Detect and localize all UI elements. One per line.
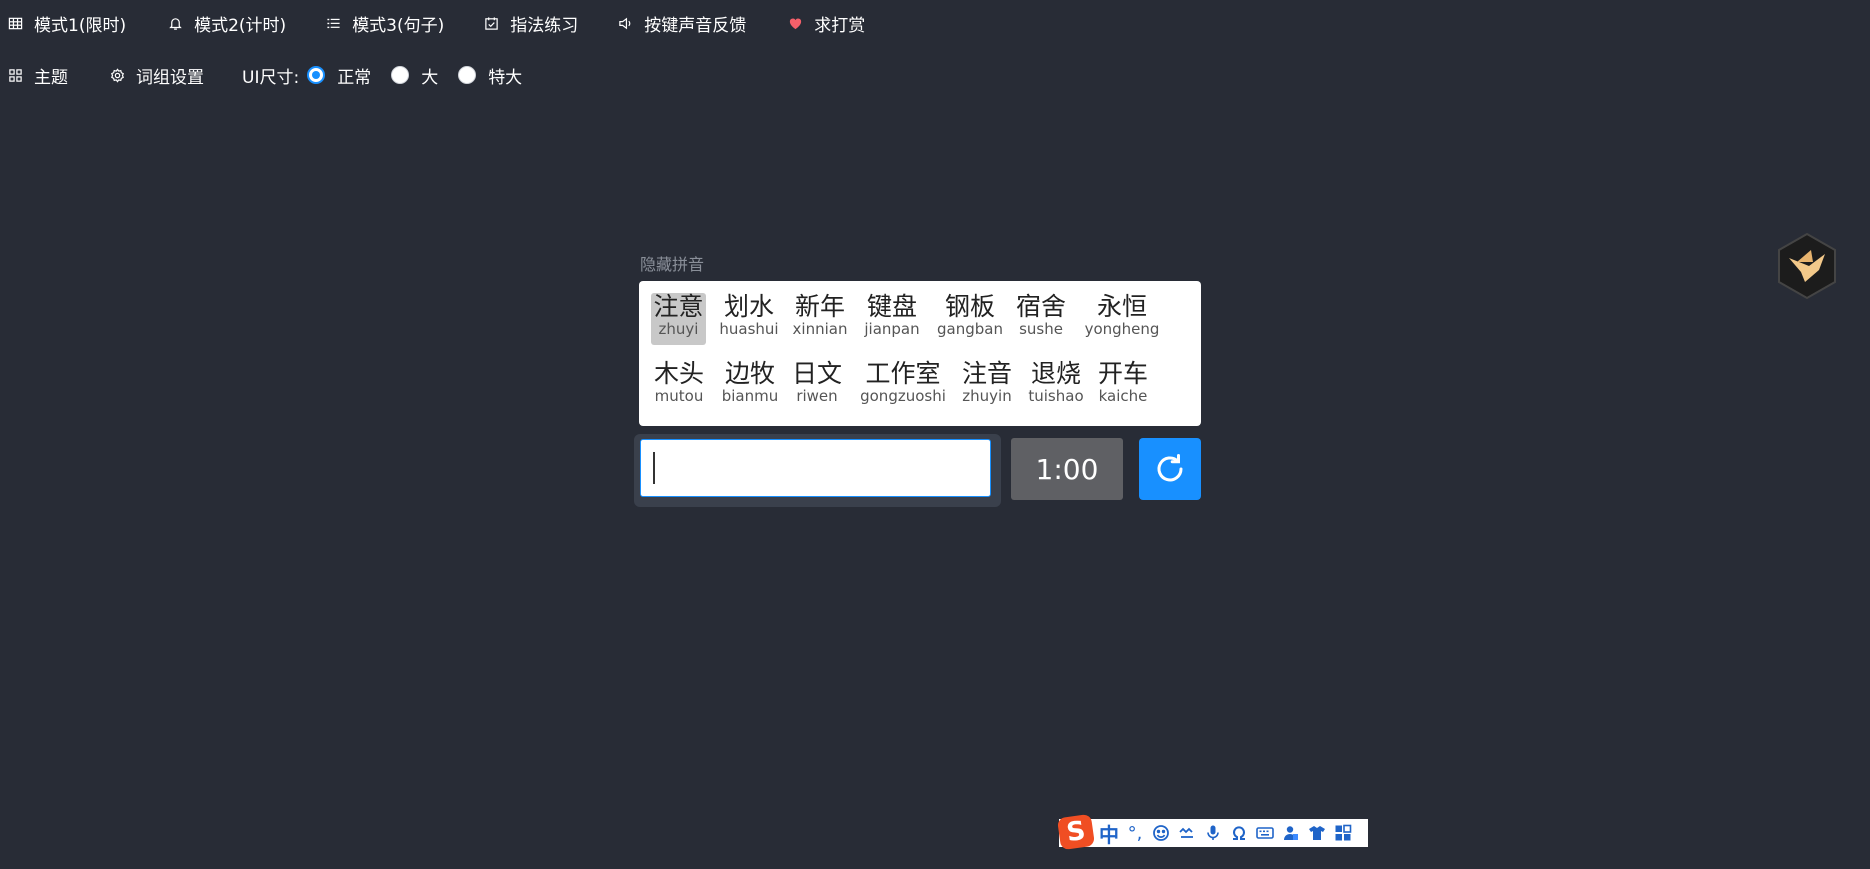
radio-normal[interactable] <box>307 66 326 84</box>
menu-mode3-label: 模式3(句子) <box>352 15 445 36</box>
refresh-icon <box>1157 454 1183 482</box>
microphone-icon[interactable] <box>1203 822 1223 844</box>
menu-sound-feedback-label: 按键声音反馈 <box>644 15 747 36</box>
ui-size-large-label: 大 <box>421 67 439 88</box>
ui-size-group: UI尺寸: 正常 大 特大 <box>242 63 542 88</box>
words-panel: 注意 zhuyi 划水 huashui 新年 xinnian 键盘 jianpan 钢板… <box>639 281 1201 426</box>
heart-icon <box>786 14 804 32</box>
typing-input[interactable] <box>640 439 991 497</box>
ime-toolbar: S 中 °, <box>1056 813 1368 850</box>
word-item: 日文 riwen <box>791 359 842 405</box>
calendar-check-icon <box>482 14 500 32</box>
bell-icon <box>166 14 184 32</box>
word-item: 宿舍 sushe <box>1015 292 1066 338</box>
speaker-icon <box>616 14 634 32</box>
typing-app: 模式1(限时) 模式2(计时) 模式3(句子) 指法练习 按键声音反馈 求打赏 … <box>0 0 1870 869</box>
ui-size-normal-label: 正常 <box>337 67 372 88</box>
word-item: 边牧 bianmu <box>721 359 779 405</box>
ime-mode-toggle[interactable]: 中 <box>1099 819 1119 848</box>
omega-icon[interactable] <box>1229 822 1249 844</box>
bird-icon <box>1778 232 1836 300</box>
menu-theme[interactable]: 主题 <box>6 63 68 88</box>
shirt-icon[interactable] <box>1307 822 1327 844</box>
menu-mode2-label: 模式2(计时) <box>194 15 287 36</box>
typing-input-wrapper <box>634 434 1001 507</box>
settings-menu: 主题 词组设置 UI尺寸: 正常 大 特大 <box>0 62 542 88</box>
ui-size-large[interactable]: 大 <box>391 63 438 88</box>
apps-icon[interactable] <box>1333 822 1353 844</box>
menu-mode1[interactable]: 模式1(限时) <box>6 11 126 36</box>
user-icon[interactable] <box>1281 822 1301 844</box>
menu-donate-label: 求打赏 <box>814 15 866 36</box>
word-item: 木头 mutou <box>653 359 704 405</box>
word-item: 开车 kaiche <box>1097 359 1148 405</box>
menu-phrase-settings[interactable]: 词组设置 <box>108 63 204 88</box>
menu-phrase-settings-label: 词组设置 <box>136 67 204 88</box>
refresh-button[interactable] <box>1139 438 1201 500</box>
list-icon <box>324 14 342 32</box>
word-item: 工作室 gongzuoshi <box>860 359 946 405</box>
word-item: 新年 xinnian <box>792 292 848 338</box>
ui-size-label: UI尺寸: <box>242 67 300 88</box>
radio-xlarge[interactable] <box>458 66 477 84</box>
radio-large[interactable] <box>391 66 410 84</box>
grid-icon <box>6 66 24 84</box>
handwriting-icon[interactable] <box>1177 822 1197 844</box>
word-item: 退烧 tuishao <box>1028 359 1084 405</box>
ui-size-normal[interactable]: 正常 <box>307 63 371 88</box>
bird-floating-widget[interactable] <box>1775 232 1839 300</box>
ui-size-xlarge[interactable]: 特大 <box>458 63 522 88</box>
hide-pinyin-toggle[interactable]: 隐藏拼音 <box>640 251 704 275</box>
timer-display: 1:00 <box>1011 438 1123 500</box>
sogou-logo[interactable]: S <box>1056 813 1096 850</box>
menu-theme-label: 主题 <box>34 67 68 88</box>
menu-sound-feedback[interactable]: 按键声音反馈 <box>616 11 746 36</box>
menu-mode2[interactable]: 模式2(计时) <box>166 11 286 36</box>
ime-punct-toggle[interactable]: °, <box>1125 822 1145 844</box>
keyboard-icon[interactable] <box>1255 822 1275 844</box>
word-item: 永恒 yongheng <box>1084 292 1160 338</box>
menu-fingering-label: 指法练习 <box>510 15 579 36</box>
mode-menu: 模式1(限时) 模式2(计时) 模式3(句子) 指法练习 按键声音反馈 求打赏 <box>0 10 865 36</box>
word-item: 划水 huashui <box>719 292 779 338</box>
word-item: 键盘 jianpan <box>864 292 920 338</box>
word-item: 注音 zhuyin <box>961 359 1012 405</box>
ui-size-xlarge-label: 特大 <box>488 67 523 88</box>
table-icon <box>6 14 24 32</box>
menu-mode1-label: 模式1(限时) <box>34 15 127 36</box>
menu-fingering[interactable]: 指法练习 <box>482 11 578 36</box>
word-item: 钢板 gangban <box>937 292 1003 338</box>
menu-donate[interactable]: 求打赏 <box>786 11 865 36</box>
word-item: 注意 zhuyi <box>651 293 706 345</box>
emoji-icon[interactable] <box>1151 822 1171 844</box>
menu-mode3[interactable]: 模式3(句子) <box>324 11 444 36</box>
text-caret <box>653 452 655 484</box>
gear-icon <box>108 66 126 84</box>
